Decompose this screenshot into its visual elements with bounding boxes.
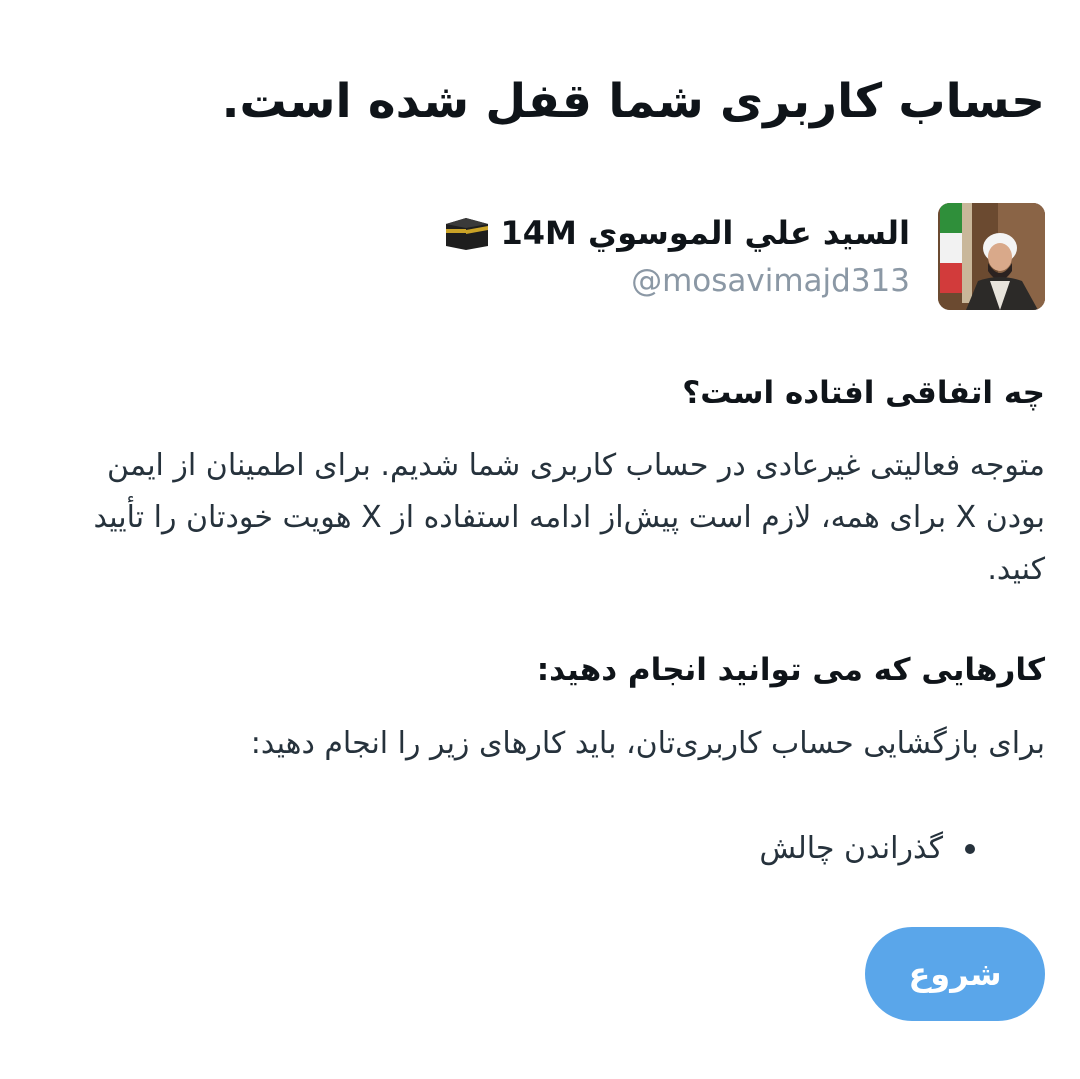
kaaba-icon	[444, 216, 490, 250]
account-info: السيد علي الموسوي 14M @mosavimajd313	[210, 207, 910, 303]
account-card: السيد علي الموسوي 14M @mosavimajd313	[45, 203, 1045, 313]
avatar-image	[938, 203, 1045, 310]
what-happened-heading: چه اتفاقی افتاده است؟	[682, 375, 1045, 411]
display-name: السيد علي الموسوي 14M	[500, 214, 910, 252]
list-item: گذراندن چالش	[759, 823, 975, 875]
avatar	[938, 203, 1045, 310]
locked-account-page: حساب کاربری شما قفل شده است. السيد علي ا…	[0, 0, 1080, 1079]
page-title: حساب کاربری شما قفل شده است.	[221, 74, 1045, 129]
bullet-icon	[965, 844, 975, 854]
account-handle: @mosavimajd313	[631, 263, 910, 299]
start-button[interactable]: شروع	[865, 927, 1045, 1021]
what-you-can-do-text: برای بازگشایی حساب کاربری‌تان، باید کاره…	[250, 726, 1045, 761]
what-happened-text: متوجه فعالیتی غیرعادی در حساب کاربری شما…	[93, 448, 1045, 587]
display-name-row: السيد علي الموسوي 14M	[210, 207, 910, 259]
step-label: گذراندن چالش	[759, 831, 943, 866]
steps-list: گذراندن چالش	[759, 823, 975, 875]
what-you-can-do-heading: کارهایی که می توانید انجام دهید:	[536, 652, 1045, 688]
